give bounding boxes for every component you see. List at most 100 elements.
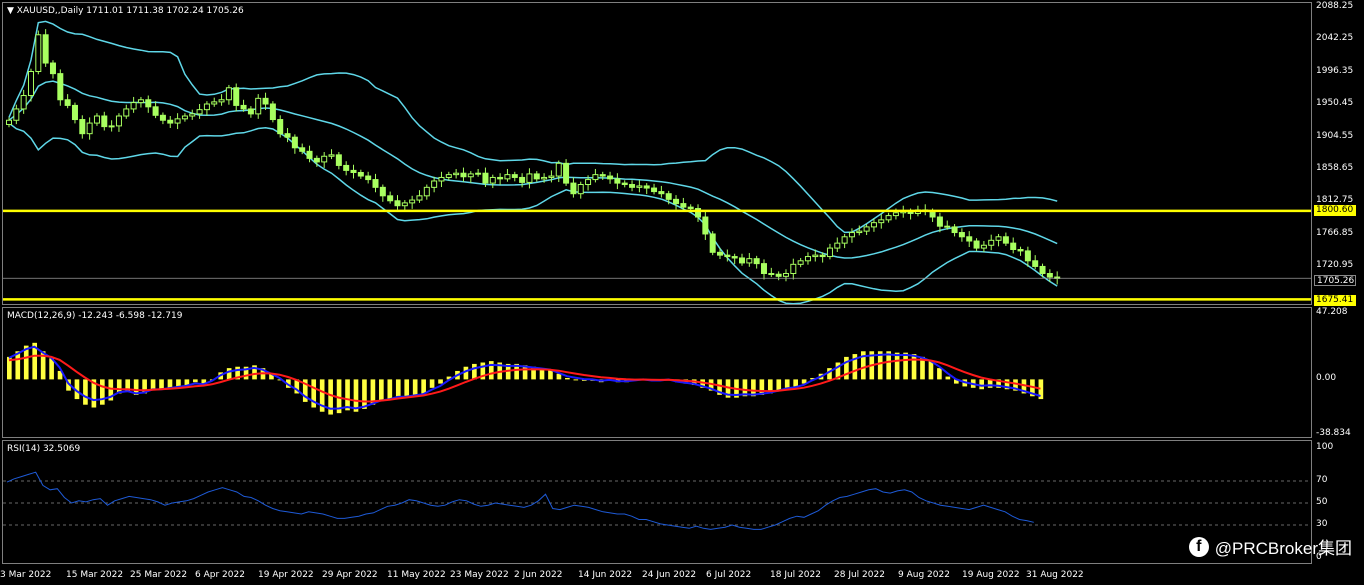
bearish-candle [57, 73, 64, 101]
price-chart-panel[interactable]: ▼ XAUUSD,,Daily 1711.01 1711.38 1702.24 … [2, 2, 1312, 305]
facebook-icon: f [1188, 536, 1209, 557]
bearish-candle [306, 150, 313, 159]
time-axis-tick: 31 Aug 2022 [1026, 570, 1084, 580]
time-axis-tick: 6 Jul 2022 [706, 570, 752, 580]
macd-histogram-bar [928, 361, 934, 380]
bullish-candle [592, 174, 599, 181]
macd-histogram-bar [345, 379, 350, 411]
price-axis-tick: 2042.25 [1316, 33, 1354, 44]
time-axis-tick: 24 Jun 2022 [642, 570, 697, 580]
macd-axis: 47.208 0.00 -38.834 [1314, 307, 1364, 438]
bullish-candle [189, 113, 196, 117]
bearish-candle [1024, 250, 1031, 262]
watermark-text: @PRCBroker集团 [1214, 539, 1352, 558]
bearish-candle [49, 62, 56, 75]
macd-histogram-bar [472, 363, 477, 380]
bullish-candle [20, 95, 27, 110]
rsi-axis-tick: 30 [1316, 519, 1328, 529]
bullish-candle [555, 162, 562, 177]
bullish-candle [995, 236, 1002, 241]
bearish-candle [775, 273, 782, 277]
bearish-candle [680, 203, 687, 208]
bearish-candle [621, 182, 628, 186]
bullish-candle [577, 184, 584, 195]
collapse-arrow-icon[interactable]: ▼ [7, 6, 17, 16]
bullish-candle [504, 174, 511, 180]
bullish-candle [834, 242, 841, 249]
bearish-candle [643, 185, 650, 189]
time-axis-tick: 18 Jul 2022 [770, 570, 821, 580]
bullish-candle [541, 176, 548, 180]
bullish-candle [856, 230, 863, 234]
bearish-candle [313, 157, 320, 163]
bearish-candle [497, 176, 504, 180]
rsi-panel[interactable]: RSI(14) 32.5069 [2, 440, 1312, 564]
bearish-candle [335, 154, 342, 166]
bearish-candle [629, 184, 636, 188]
macd-histogram-bar [979, 379, 985, 390]
price-axis-tick: 1950.45 [1316, 98, 1354, 109]
bearish-candle [460, 172, 467, 178]
bullish-candle [27, 71, 34, 97]
bullish-candle [489, 176, 496, 184]
time-axis-tick: 3 Mar 2022 [0, 570, 52, 580]
bearish-candle [936, 216, 943, 227]
bearish-candle [973, 240, 980, 249]
macd-axis-tick: 47.208 [1316, 307, 1348, 317]
macd-histogram-bar [159, 379, 164, 390]
bullish-candle [423, 186, 430, 197]
bullish-candle [211, 101, 218, 105]
bullish-candle [93, 115, 100, 124]
bearish-candle [1010, 242, 1017, 250]
time-axis-tick: 19 Apr 2022 [258, 570, 314, 580]
price-axis-tick: 1858.65 [1316, 162, 1354, 173]
bullish-candle [225, 87, 232, 101]
bearish-candle [717, 251, 724, 256]
macd-histogram-bar [945, 376, 951, 380]
bearish-candle [563, 162, 570, 184]
bullish-candle [108, 125, 115, 128]
time-axis-tick: 28 Jul 2022 [834, 570, 885, 580]
macd-axis-tick: 0.00 [1316, 373, 1337, 384]
bullish-candle [980, 244, 987, 249]
macd-histogram-bar [395, 379, 401, 397]
macd-histogram-bar [429, 379, 435, 388]
time-axis-tick: 2 Jun 2022 [514, 570, 563, 580]
bearish-candle [731, 256, 738, 259]
price-chart-svg [3, 20, 1311, 304]
macd-axis-tick: -38.834 [1316, 428, 1351, 438]
bullish-candle [746, 258, 753, 264]
macd-histogram-bar [903, 352, 908, 380]
time-axis-tick: 14 Jun 2022 [578, 570, 633, 580]
time-axis-tick: 11 May 2022 [387, 570, 446, 580]
macd-panel[interactable]: MACD(12,26,9) -12.243 -6.598 -12.719 [2, 307, 1312, 438]
bearish-candle [1002, 236, 1009, 244]
price-axis-tick: 2088.25 [1316, 0, 1354, 11]
bullish-candle [548, 175, 555, 178]
bearish-candle [724, 254, 731, 258]
bearish-candle [101, 115, 108, 128]
watermark: f @PRCBroker集团 [1188, 534, 1352, 559]
bearish-candle [607, 175, 614, 180]
current-price-tag: 1705.26 [1314, 275, 1356, 286]
time-axis-tick: 9 Aug 2022 [898, 570, 950, 580]
time-axis-tick: 29 Apr 2022 [322, 570, 378, 580]
bullish-candle [453, 172, 460, 176]
rsi-axis-tick: 70 [1316, 475, 1328, 485]
bullish-candle [123, 108, 130, 117]
macd-histogram-bar [150, 379, 156, 390]
bollinger-lower-band [8, 122, 1058, 304]
macd-histogram-bar [353, 379, 359, 412]
macd-histogram-bar [438, 379, 443, 384]
price-axis: 2088.25 2042.25 1996.35 1950.45 1904.55 1858.… [1314, 0, 1364, 305]
bullish-candle [790, 263, 797, 275]
bearish-candle [614, 178, 621, 184]
bearish-candle [343, 164, 350, 171]
bearish-candle [1017, 248, 1024, 252]
bullish-candle [401, 202, 408, 207]
bearish-candle [753, 258, 760, 265]
bullish-candle [321, 155, 328, 163]
time-axis-tick: 15 Mar 2022 [66, 570, 124, 580]
time-axis-tick: 23 May 2022 [450, 570, 509, 580]
bearish-candle [819, 254, 826, 258]
